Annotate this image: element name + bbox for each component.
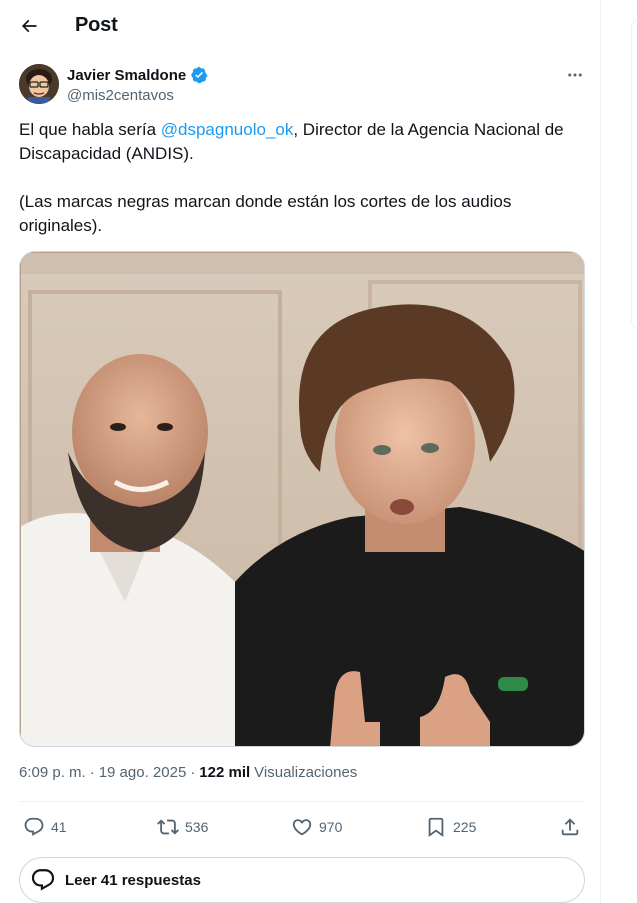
tweet-meta: 6:09 p. m. · 19 ago. 2025 · 122 mil Visu… <box>19 764 357 781</box>
share-icon <box>561 818 579 836</box>
author-handle[interactable]: @mis2centavos <box>67 87 174 104</box>
tweet-text: El que habla sería @dspagnuolo_ok, Direc… <box>19 118 589 238</box>
bookmark-icon <box>428 817 444 838</box>
read-replies-button[interactable]: Leer 41 respuestas <box>19 857 585 903</box>
bookmark-button[interactable]: 225 <box>425 805 476 849</box>
repost-button[interactable]: 536 <box>157 805 208 849</box>
views-count: 122 mil <box>199 764 251 781</box>
heart-icon <box>292 819 312 836</box>
mention-link[interactable]: @dspagnuolo_ok <box>161 120 294 139</box>
arrow-left-icon <box>21 19 37 33</box>
author-name-text: Javier Smaldone <box>67 66 187 84</box>
page-title: Post <box>75 14 118 36</box>
post-header: Post <box>0 0 600 53</box>
tweet-paragraph-1: El que habla sería @dspagnuolo_ok, Direc… <box>19 118 589 166</box>
back-button[interactable] <box>12 9 46 43</box>
post-column: Post Javier Smaldone @mis2centavos El qu… <box>0 0 601 903</box>
avatar[interactable] <box>19 64 59 104</box>
reply-bubble-icon <box>31 869 55 891</box>
reply-count: 41 <box>51 819 67 835</box>
tweet-paragraph-2: (Las marcas negras marcan donde están lo… <box>19 192 512 235</box>
read-replies-label: Leer 41 respuestas <box>65 871 201 889</box>
like-count: 970 <box>319 819 343 835</box>
sidebar-card-edge <box>631 18 637 330</box>
tweet-photo[interactable] <box>19 251 585 747</box>
more-icon <box>568 73 582 77</box>
share-button[interactable] <box>559 805 581 849</box>
verified-badge-icon <box>191 66 208 84</box>
repost-icon <box>157 819 179 835</box>
author-name[interactable]: Javier Smaldone <box>67 66 208 84</box>
divider <box>19 801 585 802</box>
tweet-date[interactable]: 19 ago. 2025 <box>99 764 187 781</box>
tweet-text-start: El que habla sería <box>19 120 161 139</box>
meta-separator: · <box>190 764 196 781</box>
tweet-time[interactable]: 6:09 p. m. <box>19 764 86 781</box>
action-bar: 41 536 970 225 <box>19 805 585 849</box>
bookmark-count: 225 <box>453 819 477 835</box>
repost-count: 536 <box>185 819 209 835</box>
reply-icon <box>24 817 44 836</box>
views-label: Visualizaciones <box>254 764 358 781</box>
avatar-image <box>19 64 59 104</box>
like-button[interactable]: 970 <box>291 805 342 849</box>
meta-separator: · <box>89 764 95 781</box>
photo-two-men <box>20 252 584 746</box>
more-options-button[interactable] <box>560 62 590 88</box>
reply-button[interactable]: 41 <box>23 805 67 849</box>
